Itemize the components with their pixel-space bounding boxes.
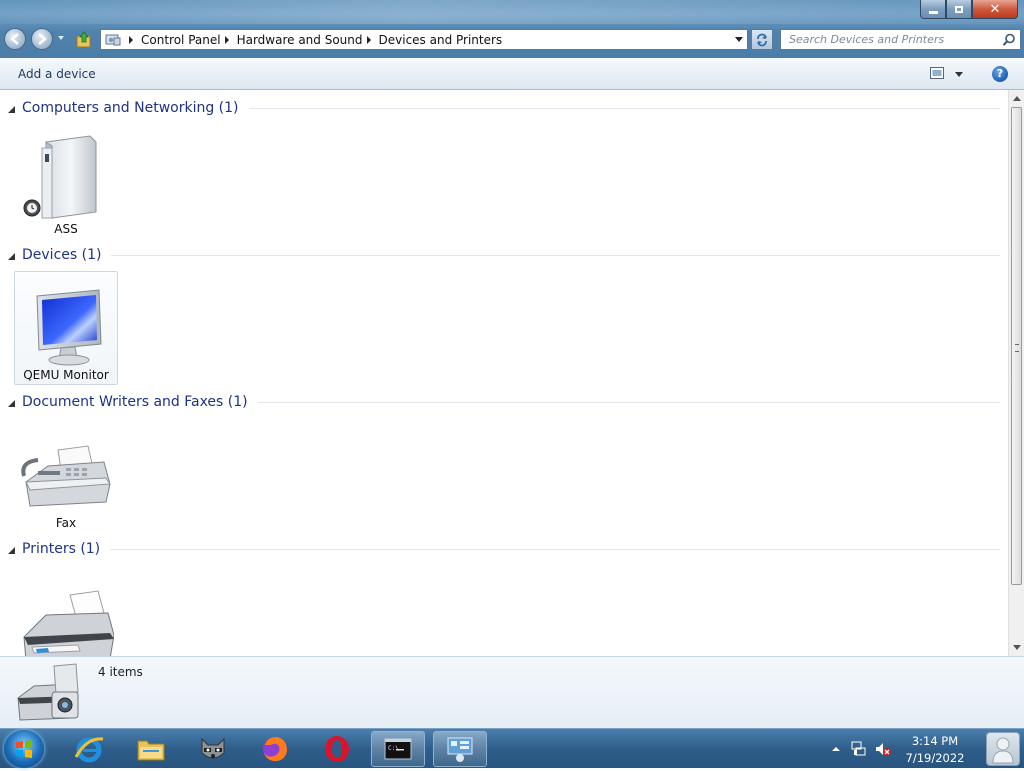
scrollbar-grip xyxy=(1015,344,1019,352)
forward-button[interactable] xyxy=(31,28,53,50)
group-header-computers-and-networking[interactable]: Computers and Networking (1) xyxy=(8,98,1000,118)
search-placeholder: Search Devices and Printers xyxy=(789,33,945,46)
printer-icon xyxy=(23,590,114,656)
group-header-devices[interactable]: Devices (1) xyxy=(8,245,1000,265)
group-title: Document Writers and Faxes (1) xyxy=(22,394,248,410)
device-tile-fax[interactable]: Fax xyxy=(14,418,118,532)
devices-and-printers-icon xyxy=(447,737,473,762)
monitor-icon xyxy=(36,289,102,366)
svg-text:C:\: C:\ xyxy=(388,745,399,752)
vertical-scrollbar[interactable] xyxy=(1008,90,1024,656)
item-count: 4 items xyxy=(98,665,143,679)
clock-time: 3:14 PM xyxy=(911,734,959,748)
device-tile-monitor[interactable]: QEMU Monitor xyxy=(14,271,118,385)
details-pane: 4 items xyxy=(0,656,1024,728)
volume-muted-icon[interactable] xyxy=(874,740,892,758)
file-explorer-icon xyxy=(137,740,165,761)
taskbar-firefox[interactable] xyxy=(248,731,302,767)
up-folder-icon[interactable] xyxy=(76,31,92,48)
group-divider xyxy=(248,107,1000,109)
taskbar-file-explorer[interactable] xyxy=(124,731,178,767)
title-bar: ✕ Control Panel Hardware and Sound Devic… xyxy=(0,0,1024,58)
breadcrumb-hardware-and-sound[interactable]: Hardware and Sound xyxy=(237,33,363,47)
device-label: Fax xyxy=(55,516,77,530)
group-header-document-writers-and-faxes[interactable]: Document Writers and Faxes (1) xyxy=(8,392,1000,412)
control-panel-icon xyxy=(105,34,121,45)
minimize-icon xyxy=(928,10,938,14)
back-arrow-icon xyxy=(10,33,19,45)
search-box[interactable]: Search Devices and Printers xyxy=(780,29,1021,50)
command-bar: Add a device ? xyxy=(0,58,1024,90)
windows-logo-icon xyxy=(16,740,32,758)
restore-icon xyxy=(955,5,963,13)
minimize-button[interactable] xyxy=(920,0,946,19)
command-prompt-icon: C:\ xyxy=(384,738,412,760)
view-options-dropdown-icon[interactable] xyxy=(955,72,963,77)
add-device-button[interactable]: Add a device xyxy=(10,65,104,83)
taskbar-opera[interactable] xyxy=(310,731,364,767)
device-label: QEMU Monitor xyxy=(23,368,109,382)
change-view-icon[interactable] xyxy=(930,67,944,79)
group-divider xyxy=(111,254,1000,256)
search-icon[interactable] xyxy=(1002,33,1016,47)
opera-icon xyxy=(325,736,349,762)
breadcrumb-control-panel[interactable]: Control Panel xyxy=(141,33,221,47)
internet-explorer-icon xyxy=(74,737,104,763)
notification-area xyxy=(830,729,892,769)
user-silhouette-icon xyxy=(992,737,1014,764)
taskbar-command-prompt[interactable]: C:\ xyxy=(371,731,425,767)
devices-list: Computers and Networking (1) ASS Devices… xyxy=(0,90,1008,656)
scroll-down-arrow-icon[interactable] xyxy=(1013,645,1021,650)
firefox-icon xyxy=(263,737,287,761)
group-header-printers[interactable]: Printers (1) xyxy=(8,539,1000,559)
scrollbar-thumb[interactable] xyxy=(1011,107,1022,585)
collapse-triangle-icon[interactable] xyxy=(8,546,15,554)
address-bar[interactable]: Control Panel Hardware and Sound Devices… xyxy=(100,29,748,50)
taskbar-internet-explorer[interactable] xyxy=(62,731,116,767)
close-icon: ✕ xyxy=(989,1,1001,17)
help-button[interactable]: ? xyxy=(992,66,1008,82)
collapse-triangle-icon[interactable] xyxy=(8,399,15,407)
start-button[interactable] xyxy=(4,730,44,768)
breadcrumb-separator[interactable] xyxy=(129,35,133,44)
close-button[interactable]: ✕ xyxy=(972,0,1018,19)
maximize-button[interactable] xyxy=(946,0,972,19)
address-dropdown-icon[interactable] xyxy=(735,37,743,42)
devices-and-printers-large-icon xyxy=(17,663,79,721)
breadcrumb-separator[interactable] xyxy=(366,35,371,44)
network-icon[interactable] xyxy=(850,740,868,758)
recent-pages-dropdown[interactable] xyxy=(58,36,64,40)
raccoon-app-icon xyxy=(201,737,225,759)
system-clock[interactable]: 3:14 PM 7/19/2022 xyxy=(900,733,970,767)
taskbar: C:\ 3:14 PM 7/19/2022 xyxy=(0,728,1024,768)
refresh-icon xyxy=(757,33,767,46)
clock-date: 7/19/2022 xyxy=(905,751,965,765)
group-divider xyxy=(257,401,1000,403)
device-tile-printer[interactable] xyxy=(14,565,118,656)
back-button[interactable] xyxy=(4,28,26,50)
group-title: Computers and Networking (1) xyxy=(22,100,239,116)
show-desktop-button[interactable] xyxy=(986,732,1020,766)
window-buttons: ✕ xyxy=(920,0,1018,20)
forward-arrow-icon xyxy=(38,33,47,45)
refresh-button[interactable] xyxy=(751,29,773,50)
fax-icon xyxy=(21,445,111,507)
breadcrumb-devices-and-printers[interactable]: Devices and Printers xyxy=(379,33,503,47)
device-label: ASS xyxy=(54,222,78,236)
taskbar-raccoon-app[interactable] xyxy=(186,731,240,767)
collapse-triangle-icon[interactable] xyxy=(8,252,15,260)
group-divider xyxy=(110,548,1000,550)
computer-icon xyxy=(23,135,97,220)
taskbar-devices-and-printers[interactable] xyxy=(433,731,487,767)
scroll-up-arrow-icon[interactable] xyxy=(1013,96,1021,101)
device-tile-computer[interactable]: ASS xyxy=(14,124,118,238)
group-title: Devices (1) xyxy=(22,247,102,263)
breadcrumb-separator[interactable] xyxy=(224,35,229,44)
collapse-triangle-icon[interactable] xyxy=(8,105,15,113)
group-title: Printers (1) xyxy=(22,541,101,557)
show-hidden-icons-icon[interactable] xyxy=(830,743,842,755)
